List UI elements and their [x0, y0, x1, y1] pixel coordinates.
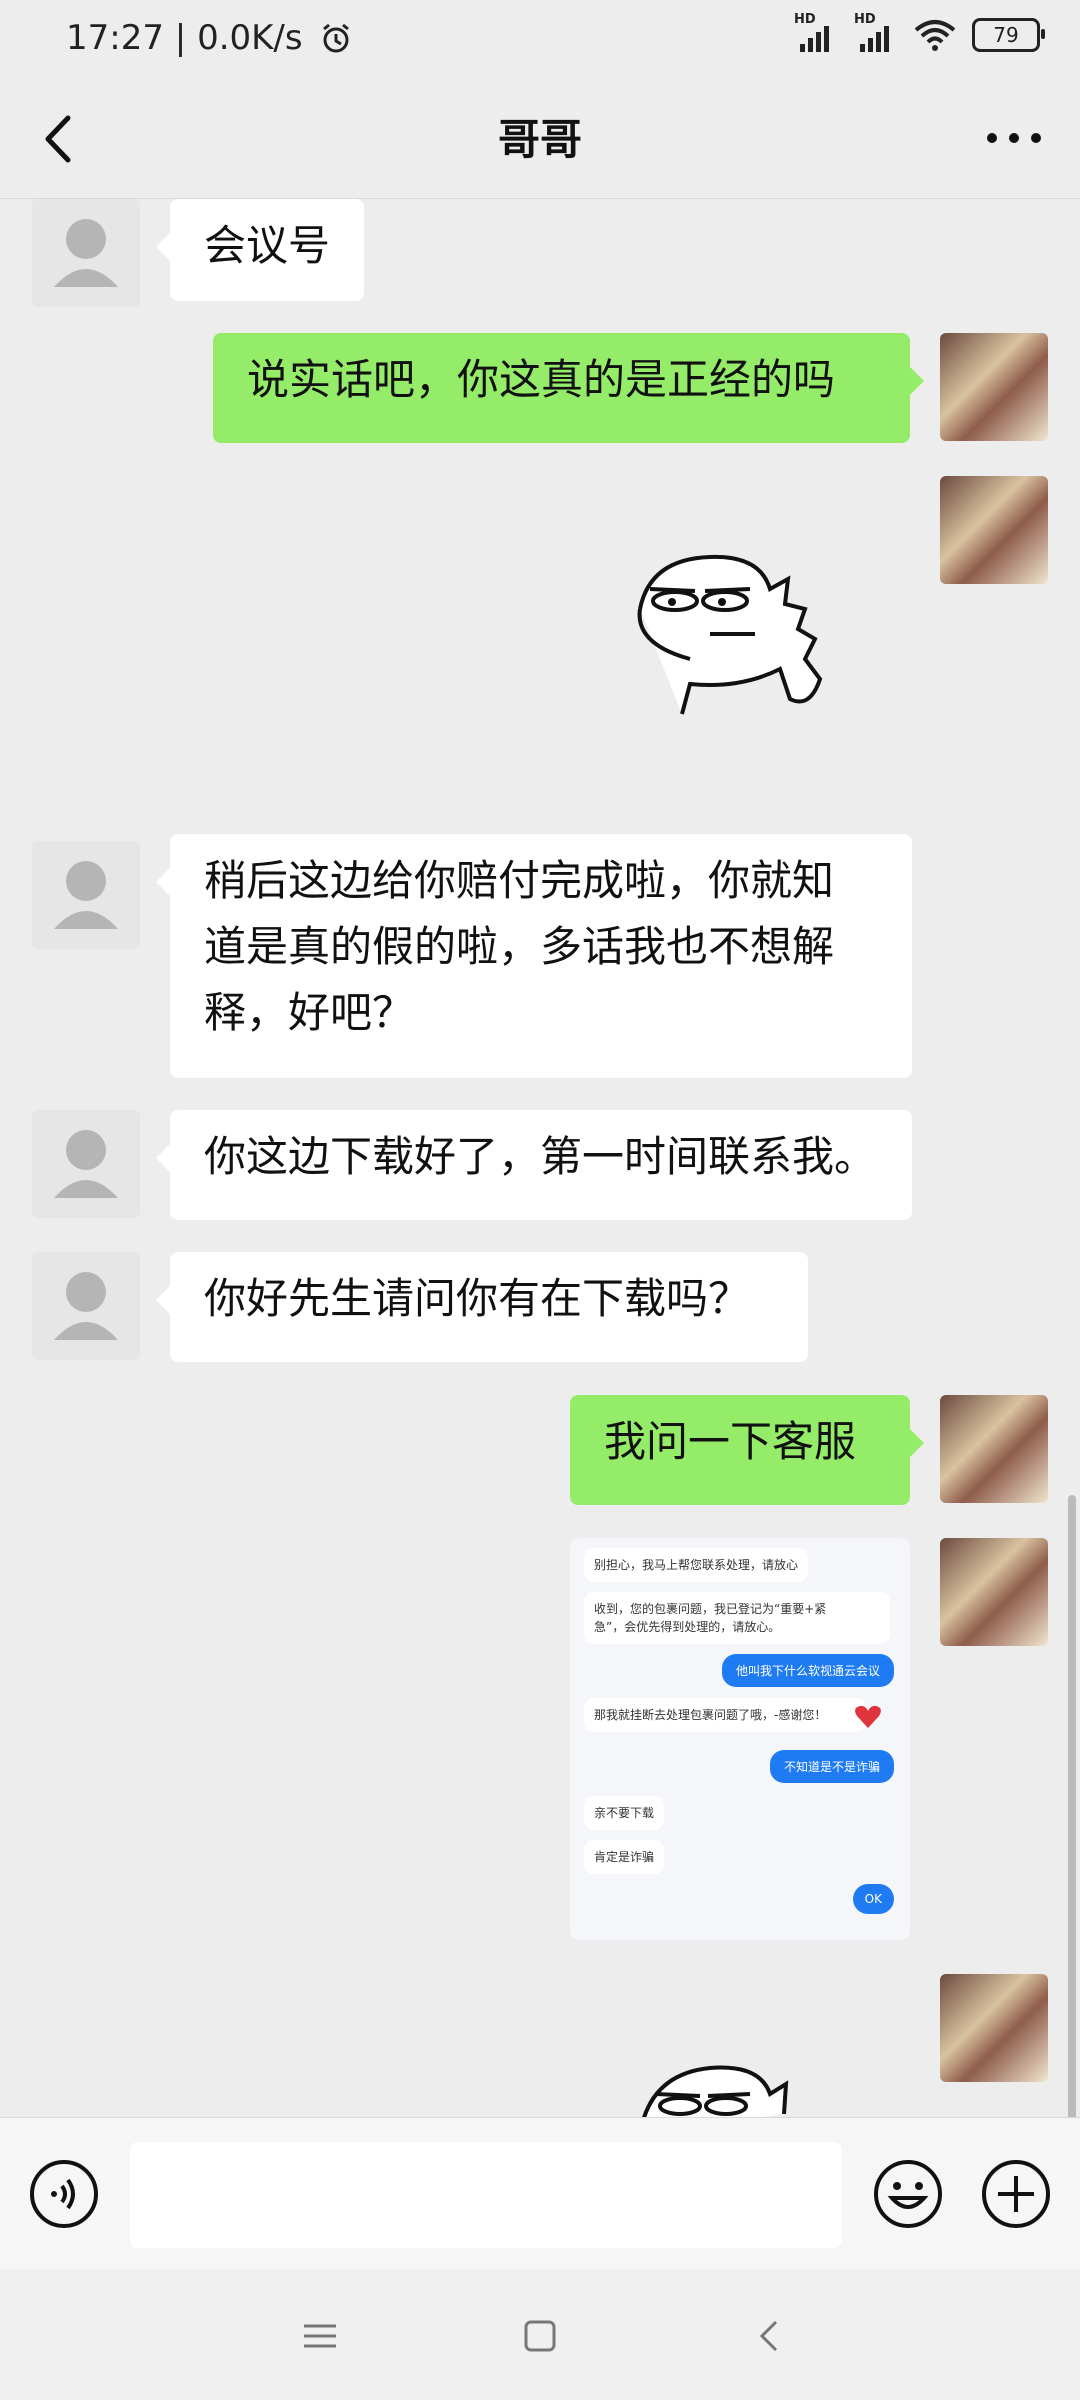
- default-user-icon: [54, 1130, 118, 1198]
- self-avatar[interactable]: [940, 476, 1048, 584]
- message-input[interactable]: [130, 2142, 842, 2248]
- contact-avatar[interactable]: [32, 1252, 140, 1360]
- input-bar: [0, 2117, 1080, 2270]
- message-bubble-outgoing[interactable]: 说实话吧，你这真的是正经的吗: [213, 333, 924, 443]
- ellipsis-icon[interactable]: [984, 126, 1044, 150]
- message-bubble-outgoing[interactable]: 我问一下客服: [570, 1395, 924, 1505]
- chat-header: 哥哥: [0, 80, 1080, 199]
- message-bubble-incoming[interactable]: 稍后这边给你赔付完成啦，你就知 道是真的假的啦，多话我也不想解 释，好吧？: [156, 834, 912, 1078]
- status-time: 17:27: [66, 18, 164, 58]
- alarm-icon: [323, 23, 350, 53]
- self-avatar[interactable]: [940, 1395, 1048, 1503]
- battery-icon: 79: [972, 18, 1045, 52]
- message-bubble-incoming[interactable]: 你这边下载好了，第一时间联系我。: [156, 1110, 912, 1220]
- page-title: 哥哥: [497, 115, 582, 164]
- message-bubble-incoming[interactable]: 你好先生请问你有在下载吗？: [156, 1252, 808, 1362]
- dino-sticker[interactable]: [630, 2054, 830, 2117]
- default-user-icon: [54, 1272, 118, 1340]
- contact-avatar[interactable]: [32, 1110, 140, 1218]
- menu-icon[interactable]: [298, 2314, 342, 2358]
- default-user-icon: [54, 861, 118, 929]
- default-user-icon: [54, 219, 118, 287]
- system-nav-bar: [0, 2269, 1080, 2400]
- self-avatar[interactable]: [940, 1538, 1048, 1646]
- plus-icon[interactable]: [980, 2158, 1052, 2230]
- network-speed: 0.0K/s: [197, 18, 303, 58]
- wifi-icon: [914, 20, 956, 51]
- signal-icon-sim1: HD: [794, 12, 838, 52]
- battery-level: 79: [993, 23, 1019, 47]
- self-avatar[interactable]: [940, 1974, 1048, 2082]
- dino-sticker[interactable]: [620, 549, 870, 729]
- status-bar: 17:27 | 0.0K/s HD HD 79: [0, 0, 1080, 80]
- emoji-icon[interactable]: [872, 2158, 944, 2230]
- chat-message-list[interactable]: 会议号 说实话吧，你这真的是正经的吗 稍后这边给你赔付完成啦，你就知 道是真的假…: [0, 199, 1080, 2117]
- back-chevron-icon[interactable]: [748, 2314, 792, 2358]
- self-avatar[interactable]: [940, 333, 1048, 441]
- screenshot-image-message[interactable]: 别担心，我马上帮您联系处理，请放心 收到，您的包裹问题，我已登记为“重要+紧 急…: [570, 1538, 910, 1940]
- message-bubble-incoming[interactable]: 会议号: [155, 199, 365, 301]
- signal-icon-sim2: HD: [854, 12, 898, 52]
- voice-icon[interactable]: [28, 2158, 100, 2230]
- status-time-speed: 17:27 | 0.0K/s: [66, 18, 353, 58]
- scrollbar[interactable]: [1068, 1495, 1076, 2117]
- heart-icon: [855, 1705, 881, 1728]
- home-square-icon[interactable]: [518, 2314, 562, 2358]
- contact-avatar[interactable]: [32, 199, 140, 307]
- contact-avatar[interactable]: [32, 841, 140, 949]
